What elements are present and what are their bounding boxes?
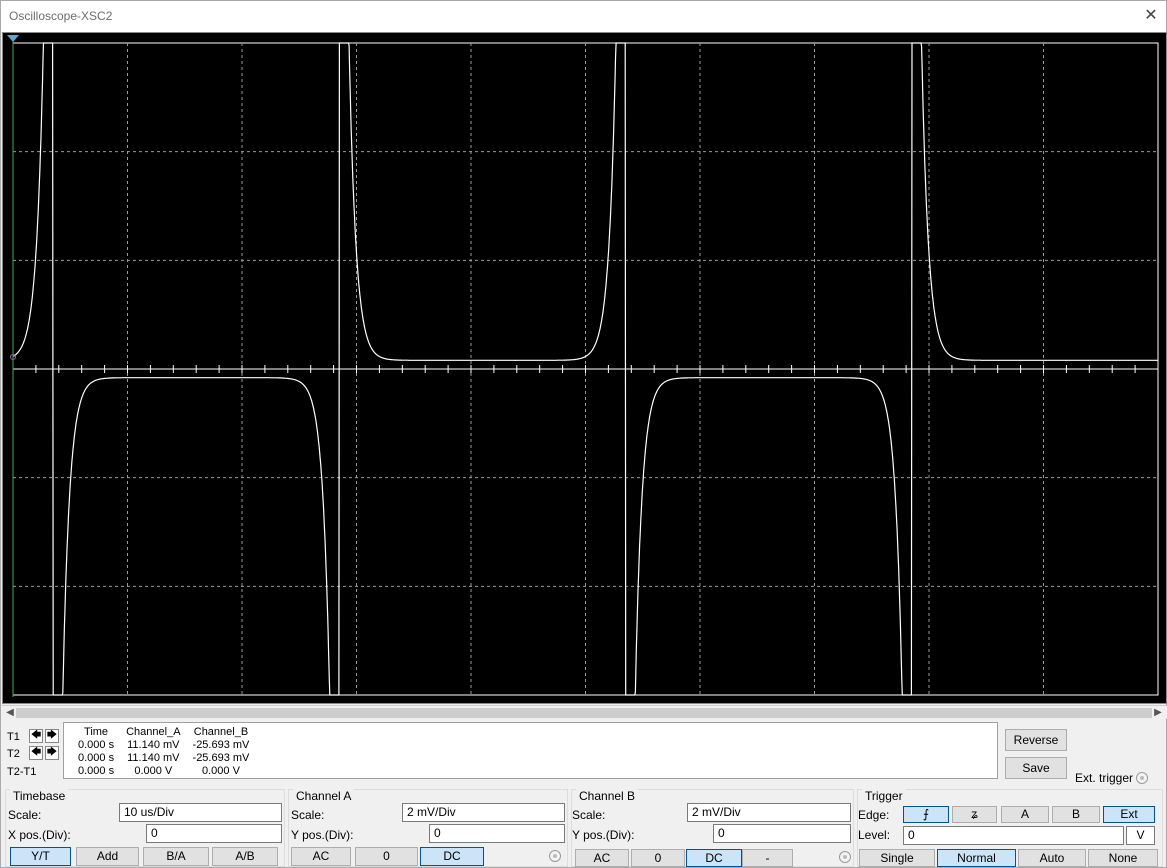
readout-cell: -25.693 mV xyxy=(192,751,250,764)
readout-header: Channel_B xyxy=(193,725,249,738)
timebase-scale-label: Scale: xyxy=(8,808,42,822)
trigger-normal-button[interactable]: Normal xyxy=(937,849,1016,867)
timebase-scale-field[interactable]: 10 us/Div xyxy=(119,803,282,822)
channel-a-group: Channel A Scale: 2 mV/Div Y pos.(Div): 0… xyxy=(288,789,568,867)
trigger-level-label: Level: xyxy=(858,828,891,842)
readout-row-t2t1: 0.000 s 0.000 V 0.000 V xyxy=(72,764,255,777)
readout-cell: 0.000 s xyxy=(78,764,115,777)
mode-yt-button[interactable]: Y/T xyxy=(10,847,71,866)
readout-cell: 0.000 s xyxy=(78,751,115,764)
reverse-button[interactable]: Reverse xyxy=(1005,729,1067,751)
rising-edge-icon[interactable]: ⨍ xyxy=(903,806,949,823)
channel-b-zero-button[interactable]: 0 xyxy=(631,849,685,867)
close-icon[interactable]: ✕ xyxy=(1139,4,1163,28)
x-pos-field[interactable]: 0 xyxy=(146,824,282,843)
channel-b-group: Channel B Scale: 2 mV/Div Y pos.(Div): 0… xyxy=(571,789,854,867)
readout-table: Time Channel_A Channel_B 0.000 s 11.140 … xyxy=(72,725,255,777)
cursor-t1-left-icon[interactable]: 🡄 xyxy=(29,729,43,743)
scroll-right-icon[interactable]: ▶ xyxy=(1152,707,1164,719)
readout-header: Time xyxy=(84,725,109,738)
readout-cell: 11.140 mV xyxy=(127,738,180,751)
timebase-title: Timebase xyxy=(10,789,69,803)
readout-row-t1: 0.000 s 11.140 mV -25.693 mV xyxy=(72,738,255,751)
x-pos-label: X pos.(Div): xyxy=(8,828,71,842)
falling-edge-icon[interactable]: ʑ xyxy=(952,806,997,823)
channel-a-title: Channel A xyxy=(293,789,355,803)
scope-display xyxy=(7,35,1159,697)
channel-a-terminal[interactable] xyxy=(549,850,561,862)
oscilloscope-window: Oscilloscope-XSC2 ✕ ◀ ▶ T1 🡄 🡆 T2 🡄 🡆 T2… xyxy=(0,0,1167,868)
title-bar: Oscilloscope-XSC2 ✕ xyxy=(1,1,1166,32)
cursor-t2t1-row: T2-T1 xyxy=(7,764,67,782)
trigger-source-a-button[interactable]: A xyxy=(1001,806,1049,823)
cursor-t2-right-icon[interactable]: 🡆 xyxy=(45,746,59,760)
trigger-level-unit[interactable]: V xyxy=(1126,826,1155,845)
save-button[interactable]: Save xyxy=(1005,757,1067,779)
cursor-t2-left-icon[interactable]: 🡄 xyxy=(29,746,43,760)
readout-cell: 0.000 V xyxy=(134,764,173,777)
channel-a-scale-label: Scale: xyxy=(291,808,325,822)
readout-cell: -25.693 mV xyxy=(192,738,250,751)
trigger-title: Trigger xyxy=(862,789,906,803)
channel-a-scale-field[interactable]: 2 mV/Div xyxy=(402,803,565,822)
readout-cell: 0.000 V xyxy=(202,764,240,777)
trigger-single-button[interactable]: Single xyxy=(859,849,935,867)
cursor-t1-marker xyxy=(7,35,19,42)
trigger-level-field[interactable]: 0 xyxy=(903,826,1124,845)
channel-b-ypos-label: Y pos.(Div): xyxy=(572,828,635,842)
channel-a-ac-button[interactable]: AC xyxy=(291,847,351,866)
channel-b-scale-field[interactable]: 2 mV/Div xyxy=(687,803,851,822)
cursor-t1-label: T1 xyxy=(7,731,20,743)
readout-row-t2: 0.000 s 11.140 mV -25.693 mV xyxy=(72,751,255,764)
channel-a-ypos-label: Y pos.(Div): xyxy=(291,828,354,842)
mode-ba-button[interactable]: B/A xyxy=(143,847,209,866)
timebase-group: Timebase Scale: 10 us/Div X pos.(Div): 0… xyxy=(5,789,285,867)
readout-header-row: Time Channel_A Channel_B xyxy=(72,725,255,738)
cursor-t2-label: T2 xyxy=(7,748,20,760)
trigger-edge-label: Edge: xyxy=(858,808,890,822)
mode-add-button[interactable]: Add xyxy=(76,847,139,866)
ext-trigger-label: Ext. trigger xyxy=(1075,771,1134,785)
mode-ab-button[interactable]: A/B xyxy=(212,847,278,866)
readout-cell: 11.140 mV xyxy=(127,751,180,764)
trigger-source-b-button[interactable]: B xyxy=(1052,806,1100,823)
channel-a-ypos-field[interactable]: 0 xyxy=(429,824,565,843)
channel-b-dc-button[interactable]: DC xyxy=(686,849,742,867)
cursor-t2-row: T2 🡄 🡆 xyxy=(7,746,67,764)
readout-cell: 0.000 s xyxy=(78,738,115,751)
cursor-t1-row: T1 🡄 🡆 xyxy=(7,729,67,747)
trigger-auto-button[interactable]: Auto xyxy=(1018,849,1086,867)
channel-b-ypos-field[interactable]: 0 xyxy=(713,824,851,843)
cursor-t1-right-icon[interactable]: 🡆 xyxy=(45,729,59,743)
scope-screen[interactable] xyxy=(2,32,1167,704)
horizontal-scrollbar[interactable]: ◀ ▶ xyxy=(2,705,1167,719)
channel-a-dc-button[interactable]: DC xyxy=(420,847,484,866)
readout-header: Channel_A xyxy=(126,725,181,738)
cursor-t2t1-label: T2-T1 xyxy=(7,766,37,778)
channel-b-invert-button[interactable]: - xyxy=(742,849,793,867)
channel-b-title: Channel B xyxy=(576,789,639,803)
measurement-readout: Time Channel_A Channel_B 0.000 s 11.140 … xyxy=(63,722,998,779)
scroll-left-icon[interactable]: ◀ xyxy=(4,707,16,719)
trigger-group: Trigger Edge: ⨍ ʑ A B Ext Level: 0 V Sin… xyxy=(857,789,1163,867)
channel-a-zero-button[interactable]: 0 xyxy=(355,847,418,866)
channel-b-terminal[interactable] xyxy=(839,851,851,863)
ext-trigger-terminal[interactable] xyxy=(1136,772,1148,784)
scroll-thumb[interactable] xyxy=(16,708,1152,718)
trigger-none-button[interactable]: None xyxy=(1088,849,1158,867)
channel-b-ac-button[interactable]: AC xyxy=(575,849,629,867)
trigger-source-ext-button[interactable]: Ext xyxy=(1103,806,1155,823)
channel-b-scale-label: Scale: xyxy=(572,808,606,822)
window-title: Oscilloscope-XSC2 xyxy=(9,9,113,23)
